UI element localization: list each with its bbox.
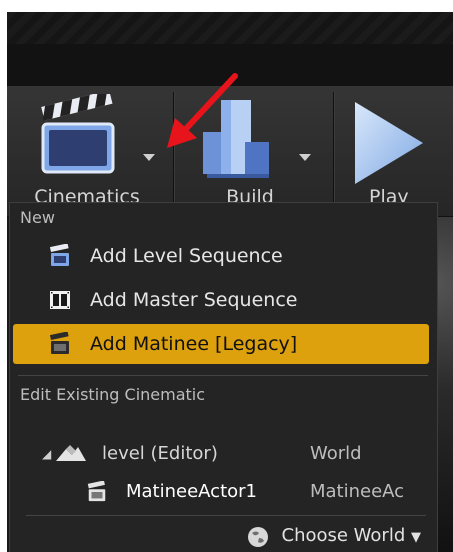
menu-divider bbox=[18, 375, 428, 376]
clapperboard-icon bbox=[41, 94, 115, 174]
annotation-arrow bbox=[167, 73, 238, 148]
expand-triangle-icon[interactable]: ◢ bbox=[42, 447, 51, 461]
clapperboard-icon bbox=[87, 481, 106, 502]
menu-item-add-matinee-legacy[interactable]: Add Matinee [Legacy] bbox=[13, 324, 429, 364]
play-icon bbox=[355, 102, 423, 184]
menu-item-label: Add Matinee [Legacy] bbox=[90, 333, 298, 355]
section-header-edit-existing: Edit Existing Cinematic bbox=[20, 385, 206, 404]
cinematics-dropdown-menu: New Add Level Sequence Add Master Sequen… bbox=[9, 202, 438, 552]
tree-row-matinee-actor[interactable]: MatineeActor1 MatineeAc bbox=[10, 477, 430, 509]
globe-icon bbox=[247, 527, 268, 547]
section-header-new: New bbox=[20, 208, 55, 227]
editor-window: Cinematics Build Play New Add Level Sequ… bbox=[7, 12, 453, 552]
chevron-down-icon[interactable] bbox=[143, 154, 155, 161]
choose-world-button[interactable]: Choose World ▼ bbox=[247, 525, 421, 547]
tree-item-name: level (Editor) bbox=[102, 443, 218, 464]
menu-item-add-level-sequence[interactable]: Add Level Sequence bbox=[10, 236, 430, 276]
clapperboard-icon bbox=[49, 244, 69, 266]
chevron-down-icon[interactable] bbox=[299, 154, 311, 161]
cinematics-button[interactable]: Cinematics bbox=[7, 86, 167, 216]
tree-item-type: MatineeAc bbox=[310, 481, 405, 502]
title-bar bbox=[7, 12, 453, 44]
clapperboard-icon bbox=[49, 332, 69, 354]
menu-divider bbox=[26, 515, 426, 516]
tree-item-name: MatineeActor1 bbox=[126, 481, 257, 502]
chevron-down-icon: ▼ bbox=[411, 530, 421, 545]
menu-item-add-master-sequence[interactable]: Add Master Sequence bbox=[10, 280, 430, 320]
menu-item-label: Add Level Sequence bbox=[90, 245, 283, 267]
play-button[interactable]: Play bbox=[335, 86, 453, 216]
menu-item-label: Add Master Sequence bbox=[90, 289, 298, 311]
choose-world-label: Choose World bbox=[281, 525, 406, 546]
tree-row-level[interactable]: ◢ level (Editor) World bbox=[10, 439, 430, 471]
level-icon bbox=[56, 445, 86, 461]
tree-item-type: World bbox=[310, 443, 362, 464]
film-strip-icon bbox=[50, 291, 70, 309]
